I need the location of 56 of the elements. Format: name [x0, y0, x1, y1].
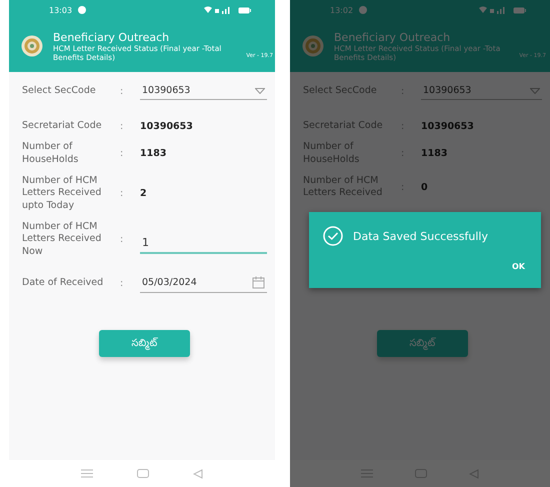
menu-icon[interactable]: [81, 469, 93, 478]
ok-button[interactable]: OK: [508, 260, 529, 273]
back-icon[interactable]: [469, 468, 479, 478]
field-label: Number of HouseHolds: [303, 141, 360, 166]
colon-separator: :: [401, 120, 406, 132]
home-icon[interactable]: [137, 469, 149, 478]
seccode-dropdown[interactable]: 10390653: [421, 82, 542, 100]
check-circle-icon: [323, 226, 343, 246]
network-status-icon: [204, 6, 232, 14]
battery-icon: [513, 6, 526, 14]
field-value: 1183: [140, 148, 166, 160]
field-value: 1183: [421, 148, 448, 160]
colon-separator: :: [401, 86, 406, 96]
field-label: Date of Received: [22, 276, 104, 290]
colon-separator: :: [120, 86, 124, 96]
colon-separator: :: [401, 182, 406, 193]
date-field[interactable]: 05/03/2024: [140, 273, 267, 294]
app-title: Beneficiary Outreach: [53, 30, 170, 44]
field-value: 0: [421, 182, 428, 193]
colon-separator: :: [120, 120, 124, 132]
status-time: 13:03: [49, 6, 72, 14]
network-status-icon: [479, 6, 507, 14]
colon-separator: :: [120, 188, 124, 200]
submit-button[interactable]: సబ్మిట్: [377, 330, 468, 357]
field-label: Secretariat Code: [22, 120, 103, 132]
submit-button[interactable]: సబ్మిట్: [99, 330, 190, 357]
field-label: Number of HouseHolds: [22, 141, 80, 166]
field-label: Secretariat Code: [303, 120, 384, 132]
field-label: Select SecCode: [22, 84, 97, 98]
field-label: Number of HCM Letters Received Now: [22, 221, 102, 258]
field-value: 10390653: [421, 120, 474, 132]
dropdown-caret-icon: [255, 88, 265, 94]
battery-icon: [238, 6, 251, 14]
status-time: 13:02: [330, 6, 354, 14]
emblem-icon: [302, 35, 324, 57]
colon-separator: :: [120, 148, 124, 160]
letters-input-field[interactable]: 1: [140, 233, 267, 254]
seccode-dropdown[interactable]: 10390653: [140, 82, 267, 100]
field-label: Number of HCM Letters Received: [303, 175, 384, 200]
app-title: Beneficiary Outreach: [334, 30, 452, 44]
app-notification-icon: [78, 6, 86, 14]
back-icon[interactable]: [193, 468, 203, 478]
emblem-icon: [21, 35, 43, 57]
field-value: 2: [140, 188, 147, 200]
colon-separator: :: [120, 234, 124, 246]
dialog-message: Data Saved Successfully: [353, 230, 488, 242]
colon-separator: :: [401, 148, 406, 160]
field-label: Select SecCode: [303, 84, 378, 98]
field-label: Number of HCM Letters Received upto Today: [22, 175, 102, 212]
field-value: 10390653: [140, 120, 193, 132]
dropdown-caret-icon: [530, 88, 540, 94]
home-icon[interactable]: [415, 469, 427, 478]
app-notification-icon: [359, 6, 368, 14]
calendar-icon: [252, 276, 265, 290]
colon-separator: :: [120, 278, 124, 289]
menu-icon[interactable]: [361, 469, 373, 478]
